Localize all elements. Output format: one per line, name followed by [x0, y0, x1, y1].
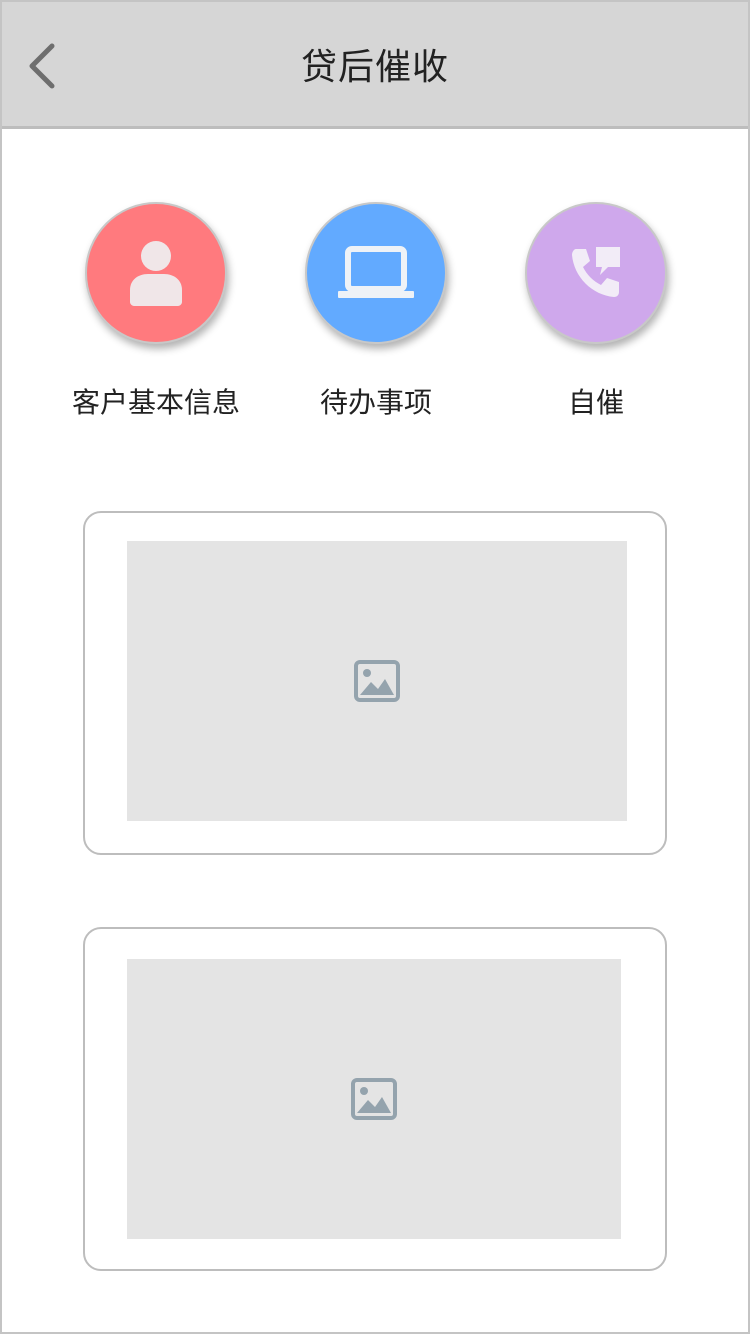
- self-collect-circle: [525, 202, 667, 344]
- nav-header: 贷后催收: [2, 2, 748, 129]
- image-placeholder: [127, 959, 621, 1239]
- shortcut-label: 待办事项: [319, 386, 432, 419]
- shortcut-grid: 客户基本信息 待办事项 自催: [2, 202, 748, 442]
- shortcut-label: 客户基本信息: [71, 386, 240, 419]
- banner-card-2[interactable]: [83, 927, 667, 1271]
- shortcut-self-collect[interactable]: 自催: [486, 202, 706, 442]
- laptop-icon: [338, 246, 414, 298]
- page-title: 贷后催收: [300, 47, 449, 88]
- shortcut-todo[interactable]: 待办事项: [266, 202, 486, 442]
- image-placeholder: [127, 541, 627, 821]
- user-icon: [130, 241, 182, 306]
- todo-circle: [305, 202, 447, 344]
- customer-info-circle: [85, 202, 227, 344]
- image-placeholder-icon: [354, 660, 400, 702]
- banner-card-1[interactable]: [83, 511, 667, 855]
- phone-chat-icon: [572, 247, 620, 297]
- app-screen: 贷后催收 客户基本信息 待办事项 自催: [0, 0, 750, 1334]
- shortcut-label: 自催: [567, 386, 624, 419]
- image-placeholder-icon: [351, 1078, 397, 1120]
- shortcut-customer-info[interactable]: 客户基本信息: [46, 202, 266, 442]
